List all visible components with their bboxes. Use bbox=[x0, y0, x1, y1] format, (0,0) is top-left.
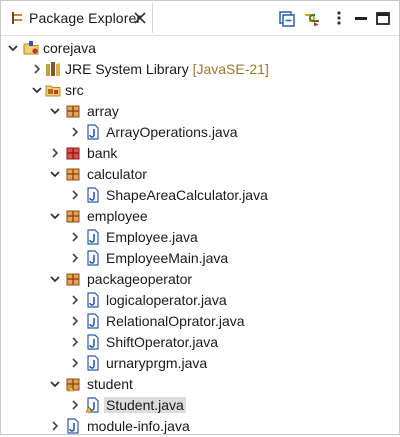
tree-label: logicaloperator.java bbox=[106, 292, 227, 308]
tree-node-file-shapeareacalculator[interactable]: ShapeAreaCalculator.java bbox=[1, 185, 399, 206]
tree-node-package-bank[interactable]: bank bbox=[1, 143, 399, 164]
chevron-down-icon[interactable] bbox=[31, 84, 43, 96]
link-with-editor-icon[interactable] bbox=[303, 9, 321, 27]
package-icon bbox=[66, 210, 80, 223]
source-folder-icon bbox=[45, 85, 61, 97]
chevron-down-icon[interactable] bbox=[7, 42, 19, 54]
tree-label: module-info.java bbox=[87, 418, 190, 434]
tree-node-src[interactable]: src bbox=[1, 80, 399, 101]
tree-node-package-calculator[interactable]: calculator bbox=[1, 164, 399, 185]
tree-label: ArrayOperations.java bbox=[106, 124, 238, 140]
library-icon bbox=[46, 62, 60, 76]
chevron-right-icon[interactable] bbox=[69, 189, 81, 201]
tab-package-explorer[interactable]: Package Explorer bbox=[2, 3, 153, 33]
chevron-down-icon[interactable] bbox=[49, 378, 61, 390]
tree-label: student bbox=[87, 376, 133, 392]
tree-node-file-moduleinfo[interactable]: module-info.java bbox=[1, 416, 399, 437]
tree-node-file-student[interactable]: Student.java bbox=[1, 395, 399, 416]
tree-label: calculator bbox=[87, 166, 147, 182]
view-title: Package Explorer bbox=[29, 10, 142, 26]
chevron-right-icon[interactable] bbox=[49, 147, 61, 159]
tree-node-package-employee[interactable]: employee bbox=[1, 206, 399, 227]
minimize-icon[interactable] bbox=[352, 9, 370, 27]
chevron-down-icon[interactable] bbox=[49, 105, 61, 117]
java-file-icon bbox=[87, 124, 99, 140]
tree-node-file-relationaloprator[interactable]: RelationalOprator.java bbox=[1, 311, 399, 332]
tree-label: src bbox=[65, 82, 84, 98]
tree-node-file-urnaryprgm[interactable]: urnaryprgm.java bbox=[1, 353, 399, 374]
package-icon bbox=[66, 168, 80, 181]
tree-node-jre-library[interactable]: JRE System Library [JavaSE-21] bbox=[1, 59, 399, 80]
chevron-right-icon[interactable] bbox=[69, 231, 81, 243]
java-file-icon bbox=[67, 418, 79, 434]
close-icon[interactable] bbox=[133, 11, 147, 25]
collapse-all-icon[interactable] bbox=[277, 9, 295, 27]
java-file-icon bbox=[87, 313, 99, 329]
java-file-icon bbox=[87, 334, 99, 350]
java-file-icon bbox=[87, 355, 99, 371]
package-explorer-view: Package Explorer corejava JRE System Lib… bbox=[0, 0, 400, 435]
tree-label: urnaryprgm.java bbox=[106, 355, 208, 371]
java-file-warning-icon bbox=[85, 397, 99, 413]
tree-node-file-shiftoperator[interactable]: ShiftOperator.java bbox=[1, 332, 399, 353]
chevron-right-icon[interactable] bbox=[69, 294, 81, 306]
chevron-right-icon[interactable] bbox=[49, 420, 61, 432]
tree-node-package-array[interactable]: array bbox=[1, 101, 399, 122]
package-error-icon bbox=[66, 147, 80, 160]
jre-version-decoration: [JavaSE-21] bbox=[192, 61, 269, 77]
chevron-right-icon[interactable] bbox=[31, 63, 43, 75]
chevron-right-icon[interactable] bbox=[69, 399, 81, 411]
java-file-icon bbox=[87, 292, 99, 308]
tree-node-file-arrayoperations[interactable]: ArrayOperations.java bbox=[1, 122, 399, 143]
chevron-right-icon[interactable] bbox=[69, 357, 81, 369]
java-file-icon bbox=[87, 229, 99, 245]
tree-node-file-employee[interactable]: Employee.java bbox=[1, 227, 399, 248]
tree-label: ShiftOperator.java bbox=[106, 334, 219, 350]
tree-label: JRE System Library [JavaSE-21] bbox=[65, 61, 269, 77]
tree-label: bank bbox=[87, 145, 118, 161]
package-icon bbox=[66, 273, 80, 286]
view-menu-icon[interactable] bbox=[330, 9, 348, 27]
java-file-icon bbox=[87, 187, 99, 203]
chevron-down-icon[interactable] bbox=[49, 210, 61, 222]
tree-label: EmployeeMain.java bbox=[106, 250, 229, 266]
tree-node-package-packageoperator[interactable]: packageoperator bbox=[1, 269, 399, 290]
package-warning-icon bbox=[66, 378, 80, 392]
chevron-down-icon[interactable] bbox=[49, 273, 61, 285]
tree-node-project[interactable]: corejava bbox=[1, 38, 399, 59]
tree-label: RelationalOprator.java bbox=[106, 313, 245, 329]
chevron-right-icon[interactable] bbox=[69, 126, 81, 138]
view-header: Package Explorer bbox=[1, 1, 399, 35]
chevron-down-icon[interactable] bbox=[49, 168, 61, 180]
chevron-right-icon[interactable] bbox=[69, 336, 81, 348]
tree-label: employee bbox=[87, 208, 148, 224]
tree-node-package-student[interactable]: student bbox=[1, 374, 399, 395]
tree-label: corejava bbox=[43, 40, 96, 56]
tree-label: Employee.java bbox=[106, 229, 198, 245]
chevron-right-icon[interactable] bbox=[69, 252, 81, 264]
chevron-right-icon[interactable] bbox=[69, 315, 81, 327]
package-icon bbox=[66, 105, 80, 118]
tree-label: packageoperator bbox=[87, 271, 193, 287]
tree-label: array bbox=[87, 103, 119, 119]
tree-node-file-logicaloperator[interactable]: logicaloperator.java bbox=[1, 290, 399, 311]
tree-label: Student.java bbox=[104, 397, 186, 413]
maximize-icon[interactable] bbox=[374, 9, 392, 27]
java-project-icon bbox=[23, 41, 39, 55]
tree-label: ShapeAreaCalculator.java bbox=[106, 187, 268, 203]
package-explorer-icon bbox=[12, 12, 22, 24]
tree-node-file-employeemain[interactable]: EmployeeMain.java bbox=[1, 248, 399, 269]
header-divider bbox=[1, 35, 399, 36]
java-file-icon bbox=[87, 250, 99, 266]
